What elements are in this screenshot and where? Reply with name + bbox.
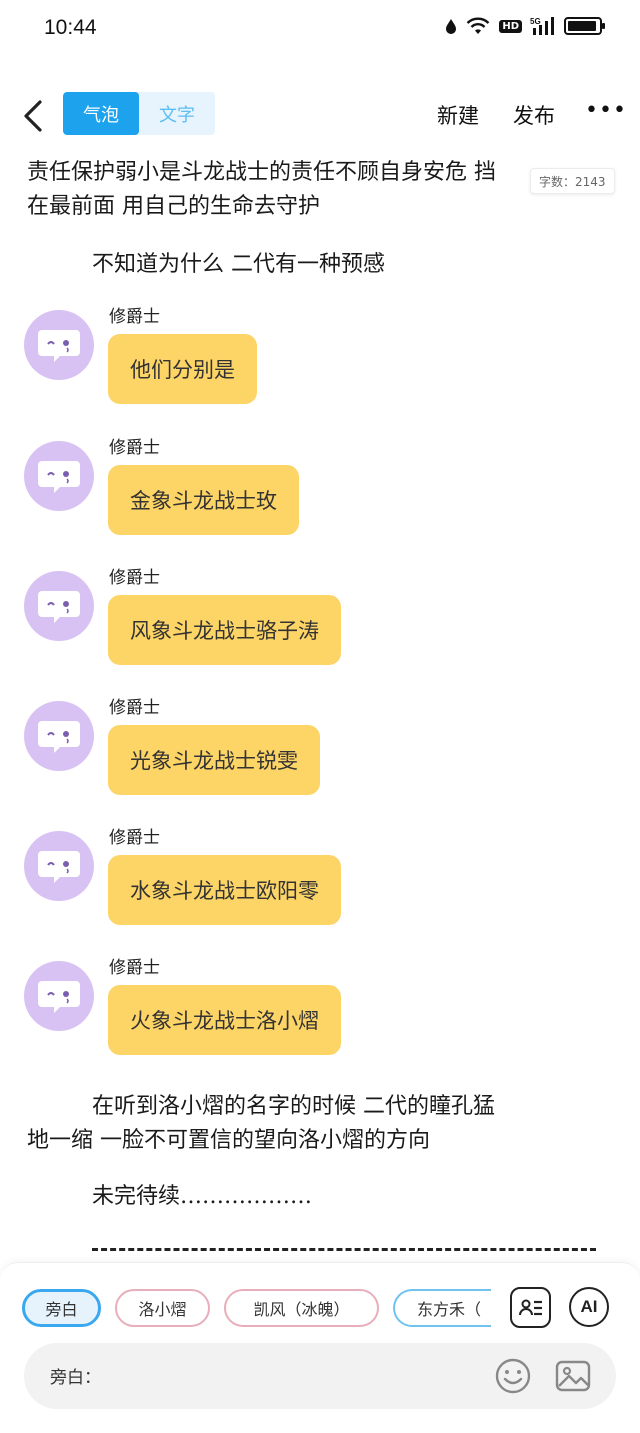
avatar[interactable] [24, 701, 94, 771]
publish-button[interactable]: 发布 [513, 100, 555, 130]
role-chip-narrator[interactable]: 旁白 [22, 1289, 101, 1327]
svg-text:5G: 5G [530, 17, 541, 26]
ai-button[interactable]: AI [569, 1287, 609, 1327]
chat-message[interactable]: 修爵士 光象斗龙战士锐雯 [24, 693, 624, 813]
paragraph-line: 地一缩 一脸不可置信的望向洛小熠的方向 [27, 1128, 430, 1153]
status-icons: HD 5G [445, 16, 605, 36]
message-bubble[interactable]: 金象斗龙战士玫 [108, 465, 299, 535]
paragraph-line: 在最前面 用自己的生命去守护 [27, 194, 320, 219]
message-bubble[interactable]: 他们分别是 [108, 334, 257, 404]
speaker-name: 修爵士 [109, 568, 160, 588]
role-chip[interactable]: 凯风（冰魄） [224, 1289, 379, 1327]
speaker-name: 修爵士 [109, 307, 160, 327]
wifi-icon [466, 17, 490, 34]
message-bubble[interactable]: 风象斗龙战士骆子涛 [108, 595, 341, 665]
tab-bubble-mode[interactable]: 气泡 [63, 92, 139, 135]
role-chip[interactable]: 洛小熠 [115, 1289, 210, 1327]
contact-card-icon [518, 1299, 542, 1315]
paragraph-line: 未完待续……………… [92, 1184, 313, 1209]
story-content: 责任保护弱小是斗龙战士的责任不顾自身安危 挡 在最前面 用自己的生命去守护 字数… [0, 150, 640, 1260]
chat-message[interactable]: 修爵士 火象斗龙战士洛小熠 [24, 953, 624, 1073]
chat-message[interactable]: 修爵士 水象斗龙战士欧阳零 [24, 823, 624, 943]
more-button[interactable]: ••• [585, 98, 627, 123]
emoji-icon[interactable] [494, 1357, 532, 1395]
chat-bubble-icon [38, 721, 80, 753]
battery-icon [564, 17, 605, 35]
role-manage-button[interactable] [510, 1287, 551, 1328]
paragraph-line: 在听到洛小熠的名字的时候 二代的瞳孔猛 [92, 1094, 495, 1119]
chat-bubble-icon [38, 851, 80, 883]
word-count-badge: 字数：2143 [530, 168, 615, 194]
image-icon[interactable] [554, 1357, 592, 1395]
message-bubble[interactable]: 水象斗龙战士欧阳零 [108, 855, 341, 925]
editor-header: 气泡 文字 新建 发布 ••• [0, 86, 640, 142]
tab-text-mode[interactable]: 文字 [139, 92, 215, 135]
paragraph-line: 责任保护弱小是斗龙战士的责任不顾自身安危 挡 [27, 160, 496, 185]
chat-message[interactable]: 修爵士 风象斗龙战士骆子涛 [24, 563, 624, 683]
avatar[interactable] [24, 441, 94, 511]
speaker-name: 修爵士 [109, 698, 160, 718]
chat-bubble-icon [38, 591, 80, 623]
mode-toggle: 气泡 文字 [63, 92, 215, 135]
message-bubble[interactable]: 光象斗龙战士锐雯 [108, 725, 320, 795]
divider [92, 1248, 596, 1251]
speaker-name: 修爵士 [109, 958, 160, 978]
new-button[interactable]: 新建 [437, 100, 479, 130]
message-input-bar: 旁白： [24, 1343, 616, 1409]
data-saver-icon [446, 19, 457, 34]
back-icon[interactable] [16, 96, 52, 136]
chat-bubble-icon [38, 981, 80, 1013]
hd-badge: HD [499, 19, 522, 33]
paragraph-line: 不知道为什么 二代有一种预感 [92, 252, 385, 277]
compose-panel: 旁白 洛小熠 凯风（冰魄） 东方禾（ AI 旁白： [0, 1262, 640, 1433]
speaker-name: 修爵士 [109, 438, 160, 458]
input-role-label: 旁白： [50, 1368, 101, 1388]
chat-bubble-icon [38, 461, 80, 493]
avatar[interactable] [24, 961, 94, 1031]
chat-message[interactable]: 修爵士 金象斗龙战士玫 [24, 433, 624, 553]
speaker-name: 修爵士 [109, 828, 160, 848]
message-bubble[interactable]: 火象斗龙战士洛小熠 [108, 985, 341, 1055]
chat-message[interactable]: 修爵士 他们分别是 [24, 302, 624, 422]
role-chip[interactable]: 东方禾（ [393, 1289, 491, 1327]
signal-icon: 5G [530, 17, 554, 35]
avatar[interactable] [24, 571, 94, 641]
avatar[interactable] [24, 310, 94, 380]
status-bar: 10:44 HD 5G [0, 0, 640, 56]
chat-bubble-icon [38, 330, 80, 362]
status-time: 10:44 [44, 16, 97, 39]
message-input[interactable] [104, 1357, 494, 1395]
avatar[interactable] [24, 831, 94, 901]
